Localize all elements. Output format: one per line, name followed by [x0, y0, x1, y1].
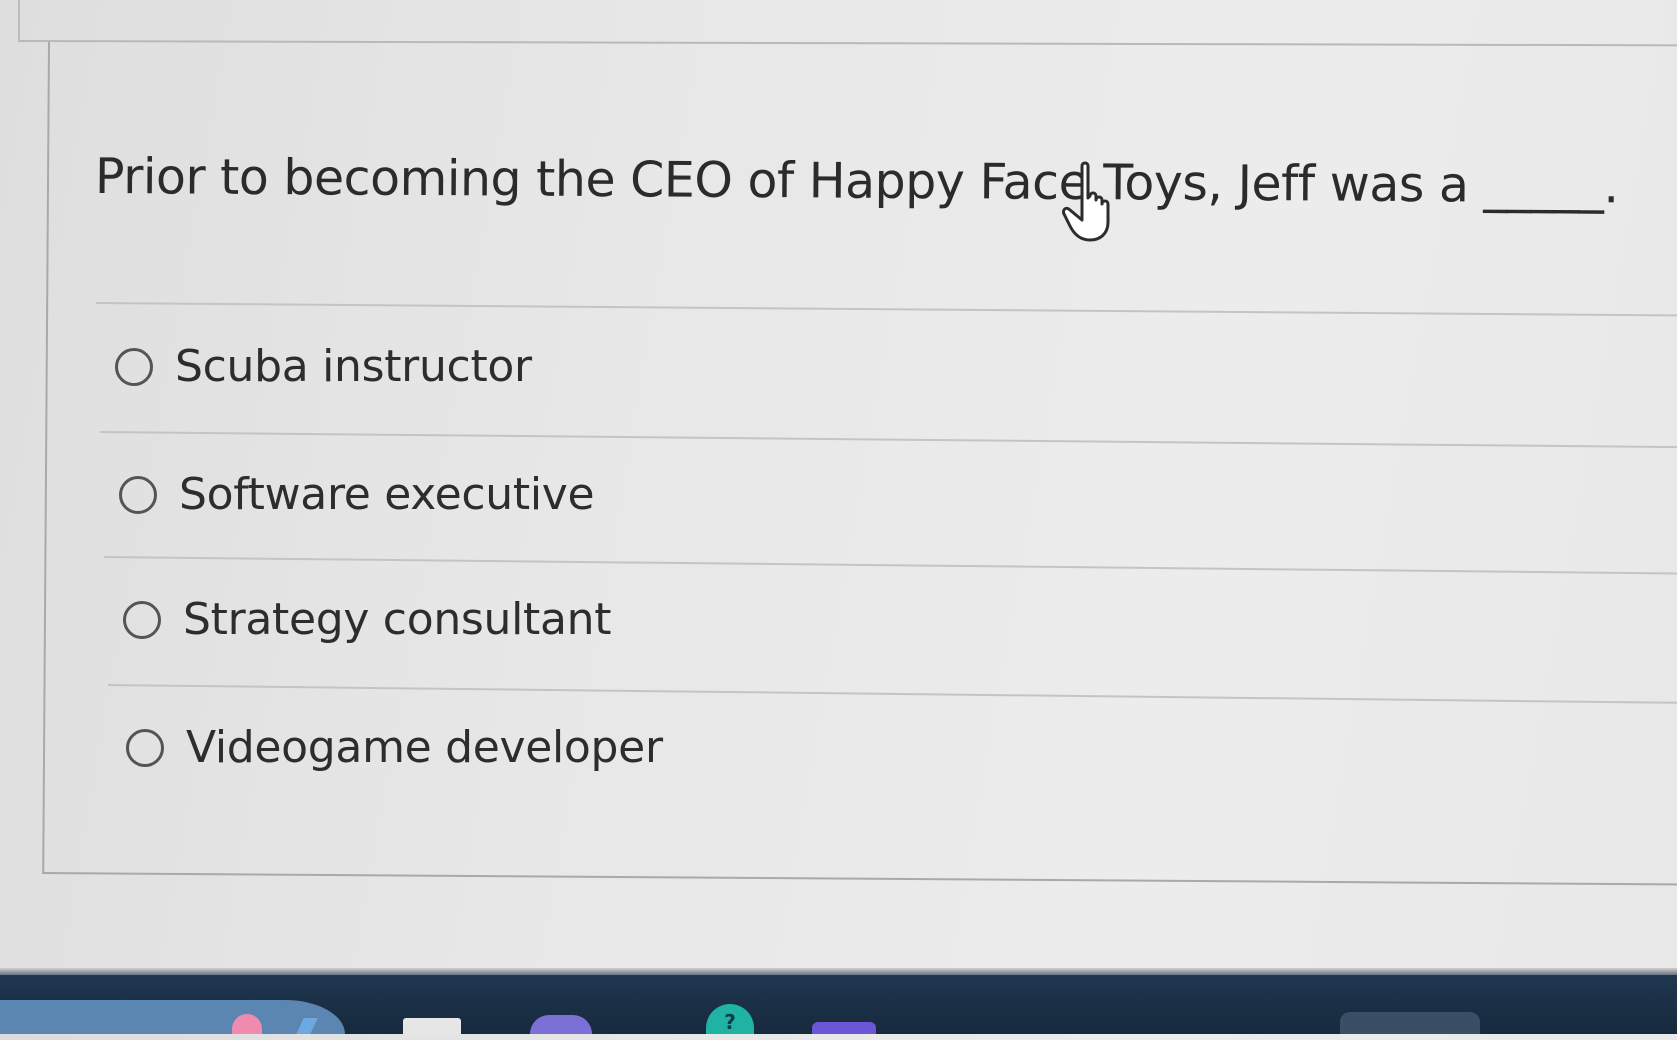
app-icon-purple[interactable] [530, 1015, 592, 1034]
option-label: Strategy consultant [183, 594, 612, 645]
radio-button[interactable] [115, 347, 153, 386]
option-scuba-instructor[interactable]: Scuba instructor [115, 341, 532, 392]
app-icon-grey[interactable] [1340, 1012, 1480, 1034]
question-text: Prior to becoming the CEO of Happy Face … [94, 148, 1619, 215]
taskbar-widget-area[interactable] [0, 1000, 345, 1034]
option-software-executive[interactable]: Software executive [119, 469, 595, 520]
outer-border [18, 0, 20, 42]
option-label: Software executive [179, 469, 595, 520]
radio-button[interactable] [119, 475, 157, 514]
screen: Prior to becoming the CEO of Happy Face … [0, 0, 1677, 975]
hand-pointer-icon [1062, 161, 1110, 242]
window-icon[interactable] [403, 1018, 461, 1034]
option-videogame-developer[interactable]: Videogame developer [126, 722, 663, 773]
radio-button[interactable] [123, 600, 161, 639]
app-icon-violet[interactable] [812, 1022, 876, 1034]
option-label: Videogame developer [186, 722, 663, 773]
option-strategy-consultant[interactable]: Strategy consultant [123, 594, 612, 645]
option-label: Scuba instructor [175, 341, 532, 392]
radio-button[interactable] [126, 728, 164, 767]
